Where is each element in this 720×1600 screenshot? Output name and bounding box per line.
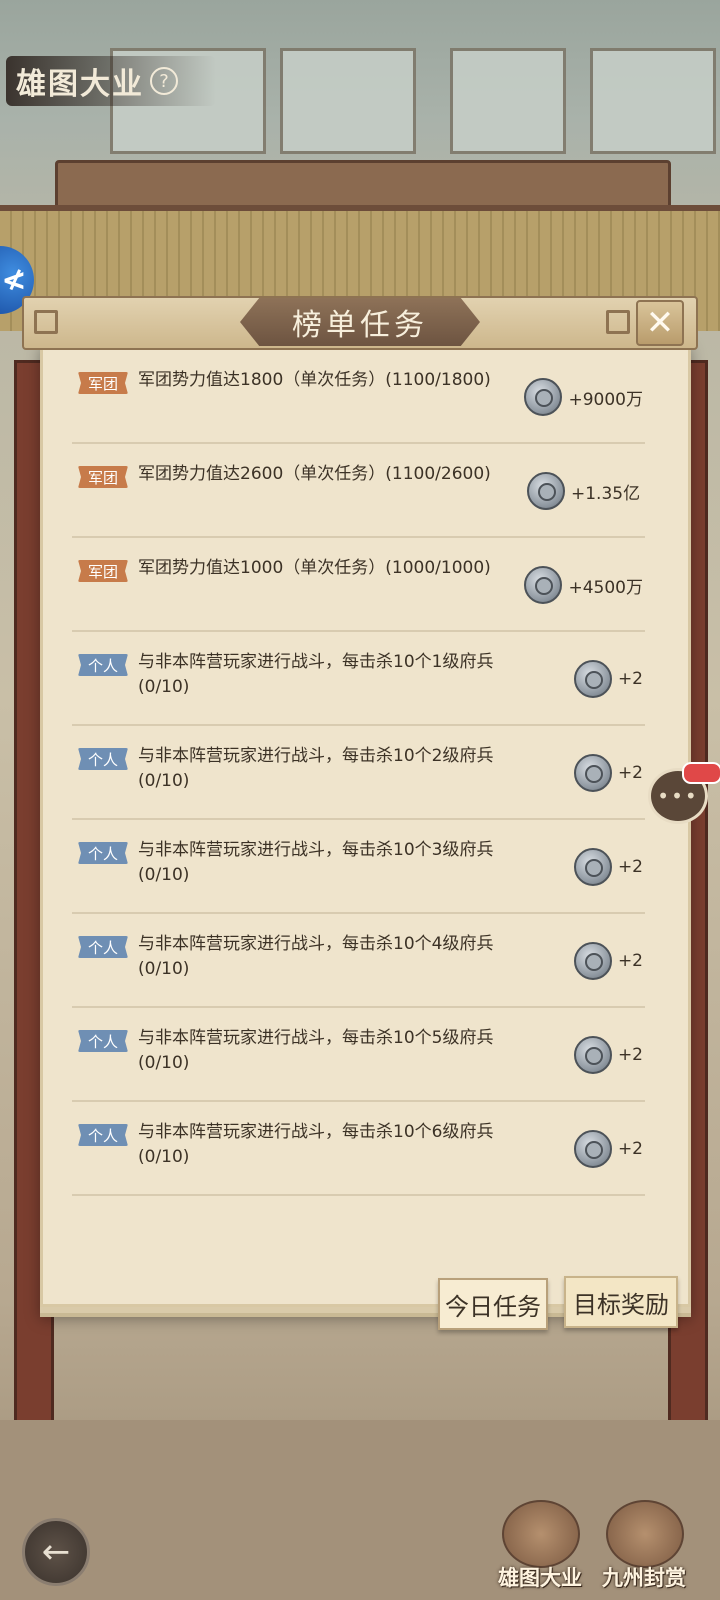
back-button[interactable]: ← (22, 1518, 90, 1586)
reward-amount: +2 (617, 1045, 643, 1065)
task-type-badge: 个人 (78, 748, 128, 770)
task-reward: +1.35亿 (527, 472, 643, 510)
task-description: 与非本阵营玩家进行战斗，每击杀10个6级府兵(0/10) (138, 1122, 494, 1167)
task-type-badge: 个人 (78, 1124, 128, 1146)
page-title-text: 雄图大业 (16, 67, 144, 102)
task-row: 个人 与非本阵营玩家进行战斗，每击杀10个1级府兵(0/10) +2 (72, 632, 645, 726)
task-type-badge: 军团 (78, 466, 128, 488)
reward-amount: +2 (617, 669, 643, 689)
chest-icon (606, 1500, 684, 1568)
task-description: 与非本阵营玩家进行战斗，每击杀10个4级府兵(0/10) (138, 934, 494, 979)
task-description: 与非本阵营玩家进行战斗，每击杀10个5级府兵(0/10) (138, 1028, 494, 1073)
background-window (590, 48, 716, 154)
coin-icon (573, 1036, 612, 1074)
reward-amount: +1.35亿 (571, 483, 641, 504)
reward-amount: +2 (617, 1139, 643, 1159)
nav-button-jiuzhou[interactable]: 九州封赏 (596, 1500, 692, 1590)
reward-amount: +4500万 (568, 577, 643, 598)
reward-amount: +2 (617, 857, 643, 877)
task-type-badge: 个人 (78, 842, 128, 864)
task-type-badge: 个人 (78, 936, 128, 958)
reward-amount: +2 (617, 951, 643, 971)
book-icon (502, 1500, 580, 1568)
task-reward: +2 (573, 942, 643, 980)
notification-badge (682, 762, 720, 784)
coin-icon (573, 660, 612, 698)
ornament-icon (606, 310, 630, 334)
task-reward: +2 (573, 754, 643, 792)
task-reward: +2 (573, 1036, 643, 1074)
task-row: 军团 军团势力值达1000（单次任务）(1000/1000) +4500万 (72, 538, 645, 632)
task-type-badge: 军团 (78, 560, 128, 582)
coin-icon (527, 472, 565, 510)
close-button[interactable]: ✕ (636, 300, 684, 346)
task-reward: +2 (573, 1130, 643, 1168)
task-description: 与非本阵营玩家进行战斗，每击杀10个2级府兵(0/10) (138, 746, 494, 791)
coin-icon (524, 566, 563, 604)
side-menu-icon: ≮ (1, 262, 27, 298)
task-type-badge: 个人 (78, 1030, 128, 1052)
task-type-badge: 军团 (78, 372, 128, 394)
panel-title: 榜单任务 (292, 308, 428, 343)
task-reward: +2 (573, 848, 643, 886)
task-description: 与非本阵营玩家进行战斗，每击杀10个1级府兵(0/10) (138, 652, 494, 697)
task-list: 军团 军团势力值达1800（单次任务）(1100/1800) +9000万 军团 军团势… (72, 350, 645, 1196)
task-description: 军团势力值达2600（单次任务）(1100/2600) (138, 464, 491, 484)
task-row: 个人 与非本阵营玩家进行战斗，每击杀10个4级府兵(0/10) +2 (72, 914, 645, 1008)
reward-amount: +2 (617, 763, 643, 783)
background-window (280, 48, 416, 154)
page-title: 雄图大业 ? (6, 56, 216, 106)
background-beam (55, 160, 671, 210)
task-reward: +2 (573, 660, 643, 698)
nav-button-xiongtu[interactable]: 雄图大业 (492, 1500, 588, 1590)
nav-label-jiuzhou: 九州封赏 (602, 1566, 686, 1590)
task-row: 军团 军团势力值达2600（单次任务）(1100/2600) +1.35亿 (72, 444, 645, 538)
task-row: 个人 与非本阵营玩家进行战斗，每击杀10个6级府兵(0/10) +2 (72, 1102, 645, 1196)
close-icon: ✕ (645, 303, 675, 343)
task-description: 与非本阵营玩家进行战斗，每击杀10个3级府兵(0/10) (138, 840, 494, 885)
task-description: 军团势力值达1000（单次任务）(1000/1000) (138, 558, 491, 578)
ornament-icon (34, 310, 58, 334)
task-type-badge: 个人 (78, 654, 128, 676)
task-description: 军团势力值达1800（单次任务）(1100/1800) (138, 370, 491, 390)
coin-icon (524, 378, 563, 416)
task-reward: +9000万 (524, 378, 643, 416)
task-row: 个人 与非本阵营玩家进行战斗，每击杀10个5级府兵(0/10) +2 (72, 1008, 645, 1102)
panel-title-plate: 榜单任务 (240, 298, 480, 346)
task-reward: +4500万 (524, 566, 643, 604)
reward-amount: +9000万 (568, 389, 643, 410)
back-arrow-icon: ← (41, 1532, 71, 1572)
tab-today-tasks[interactable]: 今日任务 (438, 1278, 548, 1330)
help-icon[interactable]: ? (150, 67, 178, 95)
coin-icon (573, 848, 612, 886)
background-window (450, 48, 566, 154)
coin-icon (573, 754, 612, 792)
nav-label-xiongtu: 雄图大业 (498, 1566, 582, 1590)
task-row: 个人 与非本阵营玩家进行战斗，每击杀10个2级府兵(0/10) +2 (72, 726, 645, 820)
coin-icon (573, 1130, 612, 1168)
coin-icon (573, 942, 612, 980)
tab-goal-rewards[interactable]: 目标奖励 (564, 1276, 678, 1328)
task-row: 军团 军团势力值达1800（单次任务）(1100/1800) +9000万 (72, 350, 645, 444)
chat-icon: ••• (657, 784, 699, 808)
task-row: 个人 与非本阵营玩家进行战斗，每击杀10个3级府兵(0/10) +2 (72, 820, 645, 914)
